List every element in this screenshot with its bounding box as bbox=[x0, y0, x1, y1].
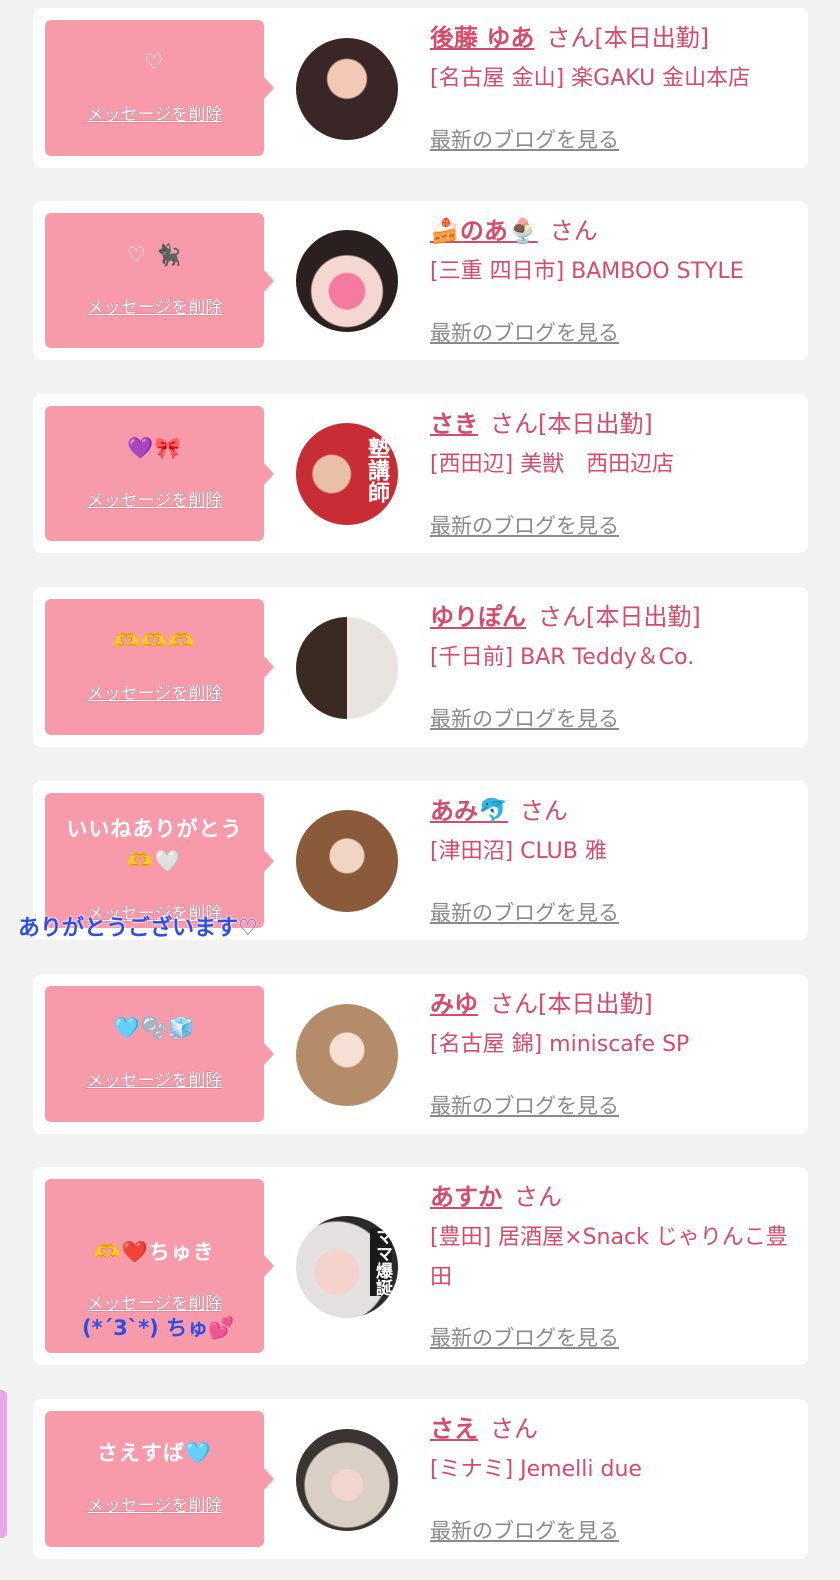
delete-message-link[interactable]: メッセージを削除 bbox=[45, 100, 264, 125]
delete-message-link[interactable]: メッセージを削除 bbox=[45, 1289, 264, 1314]
favorite-card: 🩵🫧🧊 メッセージを削除 みゆ さん[本日出勤] [名古屋 錦] miniscaf… bbox=[33, 974, 808, 1134]
avatar-overlay-text: ママ爆誕 bbox=[370, 1228, 392, 1296]
cast-info: あすか さん [豊田] 居酒屋×Snack じゃりんこ豊田 最新のブログを見る bbox=[430, 1181, 800, 1350]
shop-text: [名古屋 錦] miniscafe SP bbox=[430, 1032, 690, 1057]
avatar-overlay-text: 塾講師 bbox=[364, 437, 389, 503]
blog-link[interactable]: 最新のブログを見る bbox=[430, 124, 619, 154]
shop-text: [西田辺] 美獣 西田辺店 bbox=[430, 452, 675, 477]
avatar[interactable]: 塾講師 bbox=[296, 423, 398, 525]
message-bubble: 💜🎀 メッセージを削除 bbox=[45, 406, 274, 541]
avatar[interactable] bbox=[296, 1004, 398, 1106]
favorite-card: ♡ 🐈‍⬛ メッセージを削除 🍰のあ🍨 さん [三重 四日市] BAMBOO ST… bbox=[33, 201, 808, 360]
overlay-thanks-text: ありがとうございます♡ bbox=[18, 916, 258, 941]
cast-info: みゆ さん[本日出勤] [名古屋 錦] miniscafe SP 最新のブログを見… bbox=[430, 988, 800, 1118]
favorite-card: さえすば🩵 メッセージを削除 さえ さん [ミナミ] Jemelli due 最新… bbox=[33, 1399, 808, 1559]
delete-message-link[interactable]: メッセージを削除 bbox=[45, 486, 264, 511]
shop-text: [ミナミ] Jemelli due bbox=[430, 1457, 642, 1482]
blog-link[interactable]: 最新のブログを見る bbox=[430, 1322, 619, 1352]
avatar[interactable] bbox=[296, 38, 398, 140]
message-text: ♡ 🐈‍⬛ bbox=[126, 243, 183, 267]
cast-name-link[interactable]: みゆ bbox=[430, 990, 478, 1018]
shop-text: [千日前] BAR Teddy＆Co. bbox=[430, 645, 695, 670]
blog-link[interactable]: 最新のブログを見る bbox=[430, 897, 619, 927]
delete-message-link[interactable]: メッセージを削除 bbox=[45, 293, 264, 318]
message-bubble: 🫶🫶🫶 メッセージを削除 bbox=[45, 599, 274, 735]
cast-name-link[interactable]: さえ bbox=[430, 1415, 478, 1443]
cast-suffix: さん bbox=[519, 797, 568, 825]
cast-info: ゆりぽん さん[本日出勤] [千日前] BAR Teddy＆Co. 最新のブログを… bbox=[430, 601, 800, 731]
message-text: 🫶❤️ちゅき bbox=[94, 1240, 215, 1264]
cast-suffix: さん[本日出勤] bbox=[538, 603, 701, 631]
cast-suffix: さん[本日出勤] bbox=[546, 24, 710, 52]
shop-text: [三重 四日市] BAMBOO STYLE bbox=[430, 259, 744, 284]
cast-info: 🍰のあ🍨 さん [三重 四日市] BAMBOO STYLE 最新のブログを見る bbox=[430, 215, 800, 345]
cast-suffix: さん bbox=[514, 1183, 562, 1211]
message-text: ♡ bbox=[144, 50, 165, 74]
cast-suffix: さん[本日出勤] bbox=[490, 410, 653, 438]
blog-link[interactable]: 最新のブログを見る bbox=[430, 317, 619, 347]
message-text: いいねありがとう bbox=[66, 817, 243, 841]
message-text: 💜🎀 bbox=[127, 436, 182, 460]
favorite-card: 🫶🫶🫶 メッセージを削除 ゆりぽん さん[本日出勤] [千日前] BAR Tedd… bbox=[33, 587, 808, 747]
delete-message-link[interactable]: メッセージを削除 bbox=[45, 679, 264, 704]
cast-info: 後藤 ゆあ さん[本日出勤] [名古屋 金山] 楽GAKU 金山本店 最新のブログ… bbox=[430, 22, 800, 152]
message-bubble: いいねありがとう 🫶🤍 メッセージを削除 bbox=[45, 793, 274, 928]
message-text-line2: 🫶🤍 bbox=[127, 849, 182, 873]
shop-text: [津田沼] CLUB 雅 bbox=[430, 839, 607, 864]
message-text: 🫶🫶🫶 bbox=[113, 629, 196, 653]
favorite-card: ♡ メッセージを削除 後藤 ゆあ さん[本日出勤] [名古屋 金山] 楽GAKU … bbox=[33, 8, 808, 168]
message-text: さえすば🩵 bbox=[96, 1441, 213, 1465]
cast-suffix: さん bbox=[490, 1415, 538, 1443]
avatar[interactable] bbox=[296, 617, 398, 719]
blog-link[interactable]: 最新のブログを見る bbox=[430, 1515, 619, 1545]
shop-text: [豊田] 居酒屋×Snack じゃりんこ豊田 bbox=[430, 1225, 788, 1290]
cast-info: さえ さん [ミナミ] Jemelli due 最新のブログを見る bbox=[430, 1413, 800, 1543]
blog-link[interactable]: 最新のブログを見る bbox=[430, 703, 619, 733]
cast-name-link[interactable]: さき bbox=[430, 410, 478, 438]
cast-name-link[interactable]: あみ🐬 bbox=[430, 797, 508, 825]
cast-info: さき さん[本日出勤] [西田辺] 美獣 西田辺店 最新のブログを見る bbox=[430, 408, 800, 538]
avatar[interactable] bbox=[296, 230, 398, 332]
cast-suffix: さん[本日出勤] bbox=[490, 990, 653, 1018]
cast-name-link[interactable]: 🍰のあ🍨 bbox=[430, 217, 538, 245]
message-bubble: ♡ 🐈‍⬛ メッセージを削除 bbox=[45, 213, 274, 348]
message-bubble: ♡ メッセージを削除 bbox=[45, 20, 274, 156]
cast-suffix: さん bbox=[549, 217, 598, 245]
blog-link[interactable]: 最新のブログを見る bbox=[430, 510, 619, 540]
cast-name-link[interactable]: あすか bbox=[430, 1183, 502, 1211]
message-bubble: 🩵🫧🧊 メッセージを削除 bbox=[45, 986, 274, 1122]
side-scroll-tab[interactable] bbox=[0, 1390, 7, 1538]
avatar[interactable] bbox=[296, 810, 398, 912]
delete-message-link[interactable]: メッセージを削除 bbox=[45, 1066, 264, 1091]
cast-name-link[interactable]: ゆりぽん bbox=[430, 603, 526, 631]
cast-name-link[interactable]: 後藤 ゆあ bbox=[430, 24, 534, 52]
overlay-chu-text: (*´3`*) ちゅ💕 bbox=[82, 1316, 235, 1340]
message-bubble: さえすば🩵 メッセージを削除 bbox=[45, 1411, 274, 1547]
favorite-card: 💜🎀 メッセージを削除 塾講師 さき さん[本日出勤] [西田辺] 美獣 西田辺店… bbox=[33, 394, 808, 553]
avatar[interactable] bbox=[296, 1429, 398, 1531]
message-text: 🩵🫧🧊 bbox=[113, 1016, 196, 1040]
blog-link[interactable]: 最新のブログを見る bbox=[430, 1090, 619, 1120]
cast-info: あみ🐬 さん [津田沼] CLUB 雅 最新のブログを見る bbox=[430, 795, 800, 925]
delete-message-link[interactable]: メッセージを削除 bbox=[45, 1491, 264, 1516]
avatar[interactable]: ママ爆誕 bbox=[296, 1216, 398, 1318]
shop-text: [名古屋 金山] 楽GAKU 金山本店 bbox=[430, 66, 751, 91]
